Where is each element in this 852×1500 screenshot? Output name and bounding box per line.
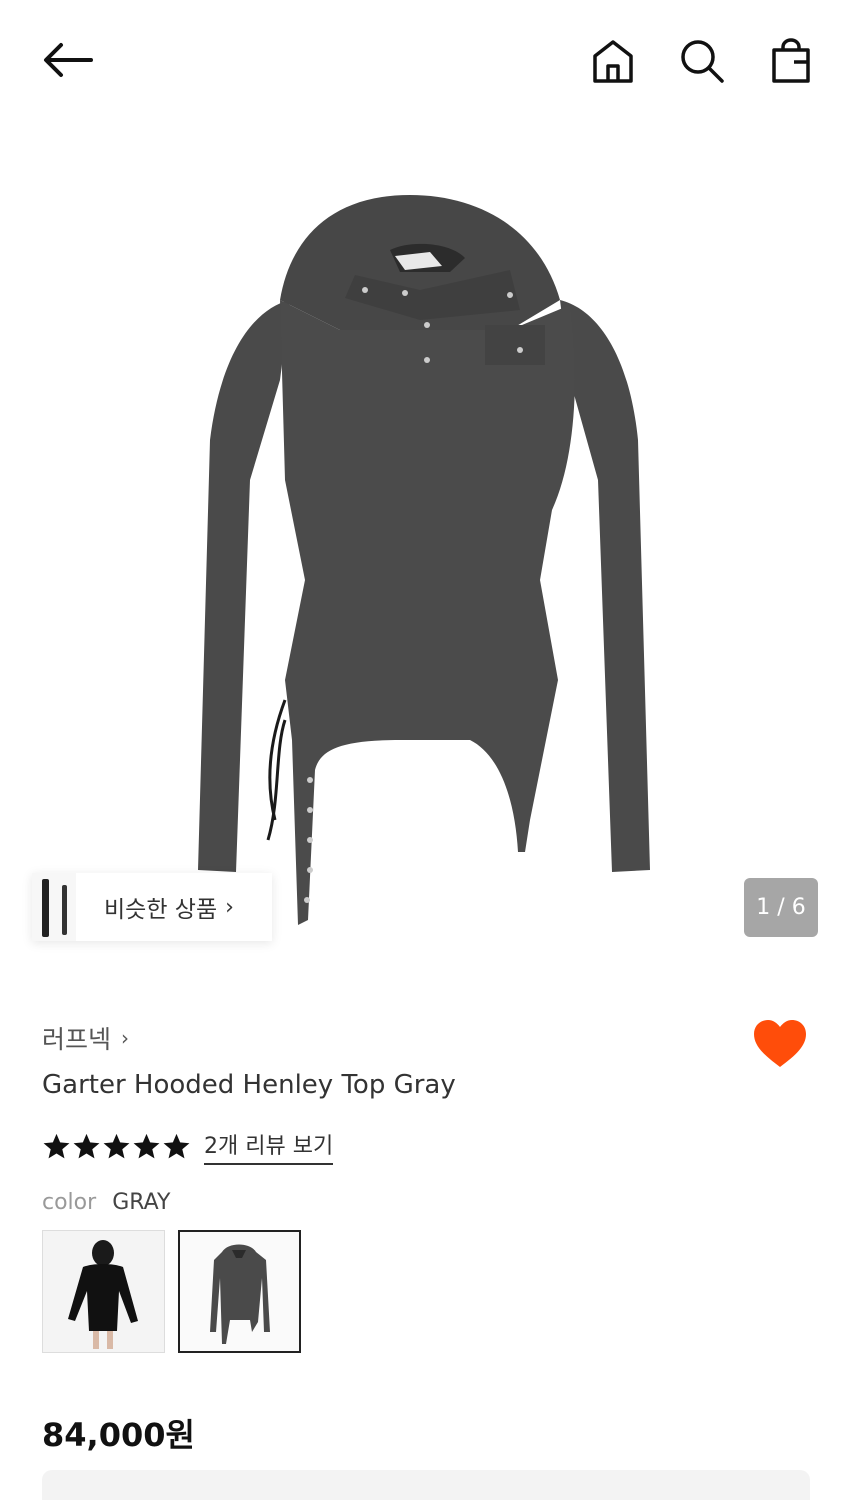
- chevron-right-icon: ›: [121, 1026, 130, 1050]
- chevron-right-icon: ›: [225, 894, 234, 920]
- home-button[interactable]: [586, 34, 640, 88]
- color-swatch-black[interactable]: [42, 1230, 165, 1353]
- option-select-box[interactable]: [42, 1470, 810, 1500]
- product-gallery[interactable]: [0, 120, 852, 980]
- color-label: color: [42, 1190, 97, 1215]
- color-value: GRAY: [112, 1190, 171, 1215]
- rating-stars: [42, 1132, 192, 1161]
- product-title: Garter Hooded Henley Top Gray: [42, 1070, 456, 1100]
- image-pager: 1 / 6: [744, 878, 818, 937]
- back-button[interactable]: [36, 32, 98, 88]
- color-swatch-gray[interactable]: [178, 1230, 301, 1353]
- search-icon: [681, 40, 724, 83]
- product-image: [198, 195, 650, 925]
- view-reviews-link[interactable]: 2개 리뷰 보기: [204, 1128, 334, 1165]
- wishlist-button[interactable]: [752, 1018, 808, 1070]
- shopping-bag-icon: [772, 38, 810, 83]
- star-icon: [43, 1133, 70, 1159]
- black-variant-thumbnail: [43, 1231, 164, 1352]
- brand-link[interactable]: 러프넥 ›: [42, 1020, 129, 1056]
- home-icon: [593, 40, 633, 83]
- cart-button[interactable]: [764, 34, 818, 88]
- brand-name: 러프넥: [42, 1025, 112, 1054]
- heart-icon: [754, 1020, 806, 1067]
- similar-products-button[interactable]: 비슷한 상품 ›: [32, 873, 272, 941]
- similar-products-label: 비슷한 상품: [104, 897, 218, 923]
- product-price: 84,000원: [42, 1416, 195, 1454]
- color-row: color GRAY: [42, 1190, 170, 1215]
- similar-product-thumbnail: [32, 873, 76, 941]
- rating-row: 2개 리뷰 보기: [42, 1128, 334, 1165]
- gray-variant-thumbnail: [180, 1232, 299, 1351]
- search-button[interactable]: [675, 34, 729, 88]
- top-bar: [0, 0, 852, 120]
- star-icon: [103, 1133, 130, 1159]
- star-icon: [73, 1133, 100, 1159]
- star-icon: [133, 1133, 160, 1159]
- star-icon: [163, 1133, 190, 1159]
- arrow-left-icon: [44, 43, 93, 77]
